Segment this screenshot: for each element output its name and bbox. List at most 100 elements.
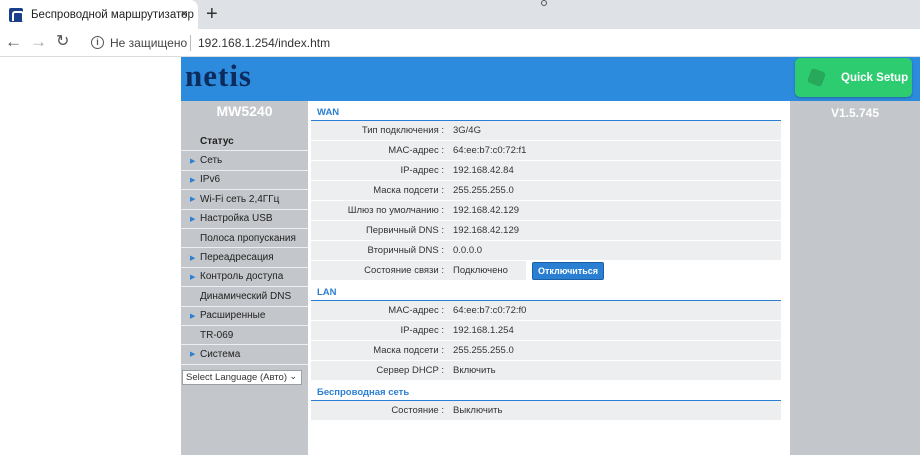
lan-table: MAC-адрес :64:ee:b7:c0:72:f0 IP-адрес :19…: [308, 301, 790, 381]
row-label: Состояние :: [311, 401, 448, 420]
sidebar-item[interactable]: Полоса пропускания: [181, 229, 308, 249]
quick-setup-button[interactable]: Quick Setup: [795, 58, 912, 97]
expand-arrow-icon: ▶: [190, 176, 196, 184]
table-row: IP-адрес :192.168.42.84: [311, 161, 781, 181]
hand-icon: [807, 68, 827, 88]
sidebar-item[interactable]: ▶ Wi-Fi сеть 2,4ГГц: [181, 190, 308, 210]
close-tab-icon[interactable]: ×: [180, 7, 188, 21]
language-select[interactable]: Select Language (Авто) ⌄: [182, 369, 302, 385]
table-row: Тип подключения :3G/4G: [311, 121, 781, 141]
table-row: Маска подсети :255.255.255.0: [311, 181, 781, 201]
browser-tab[interactable]: Беспроводной маршрутизатор ×: [0, 0, 198, 29]
row-value: 192.168.42.129: [448, 221, 781, 240]
sidebar-item[interactable]: ▶ Переадресация: [181, 248, 308, 268]
table-row: MAC-адрес :64:ee:b7:c0:72:f1: [311, 141, 781, 161]
row-label: IP-адрес :: [311, 161, 448, 180]
expand-arrow-icon: ▶: [190, 351, 196, 359]
row-value: 192.168.42.129: [448, 201, 781, 220]
wan-table: Тип подключения :3G/4G MAC-адрес :64:ee:b…: [308, 121, 790, 261]
row-label: Состояние связи :: [311, 261, 448, 280]
reload-icon[interactable]: ↻: [56, 33, 69, 51]
sidebar-item-label: Контроль доступа: [200, 271, 284, 283]
router-page: netis Quick Setup MW5240 Статус ▶ Сеть ▶ IPv…: [0, 57, 920, 455]
language-select-value: Select Language (Авто): [186, 371, 287, 383]
url-field[interactable]: 192.168.1.254/index.htm: [198, 36, 330, 50]
sidebar-item-label: Полоса пропускания: [200, 232, 296, 244]
sidebar: MW5240 Статус ▶ Сеть ▶ IPv6 ▶ Wi-Fi сеть 2,4ГГ…: [181, 101, 308, 455]
sidebar-item[interactable]: TR-069: [181, 326, 308, 346]
address-toolbar: ← → ↻ i Не защищено 192.168.1.254/index.…: [0, 29, 920, 57]
row-label: Сервер DHCP :: [311, 361, 448, 380]
expand-arrow-icon: ▶: [190, 273, 196, 281]
row-label: Тип подключения :: [311, 121, 448, 140]
table-row: MAC-адрес :64:ee:b7:c0:72:f0: [311, 301, 781, 321]
expand-arrow-icon: ▶: [190, 196, 196, 204]
sidebar-item-label: TR-069: [200, 329, 234, 341]
sidebar-item[interactable]: ▶ Система: [181, 345, 308, 365]
tab-title: Беспроводной маршрутизатор: [31, 8, 194, 21]
expand-arrow-icon: ▶: [190, 157, 196, 165]
sidebar-item[interactable]: ▶ Настройка USB: [181, 210, 308, 229]
right-panel: V1.5.745: [790, 101, 920, 455]
row-label: Шлюз по умолчанию :: [311, 201, 448, 220]
sidebar-item[interactable]: Динамический DNS: [181, 287, 308, 307]
row-value: 255.255.255.0: [448, 341, 781, 360]
back-arrow-icon[interactable]: ←: [5, 33, 22, 51]
row-value: 3G/4G: [448, 121, 781, 140]
row-label: IP-адрес :: [311, 321, 448, 340]
sidebar-item-label: Переадресация: [200, 252, 274, 264]
page-header: netis Quick Setup: [181, 57, 920, 101]
new-tab-button[interactable]: +: [206, 3, 218, 25]
site-info-icon[interactable]: i: [91, 36, 104, 49]
row-label: MAC-адрес :: [311, 141, 448, 160]
expand-arrow-icon: ▶: [190, 312, 196, 320]
sidebar-item[interactable]: ▶ Сеть: [181, 151, 308, 171]
forward-arrow-icon[interactable]: →: [30, 33, 47, 51]
sidebar-item-label: Расширенные: [200, 310, 266, 322]
row-value: 192.168.1.254: [448, 321, 781, 340]
model-name: MW5240: [216, 103, 273, 119]
sidebar-item-label: Настройка USB: [200, 213, 273, 225]
row-value: 192.168.42.84: [448, 161, 781, 180]
table-row: IP-адрес :192.168.1.254: [311, 321, 781, 341]
wireless-table: Состояние : Выключить: [308, 401, 790, 421]
expand-arrow-icon: ▶: [190, 215, 196, 223]
quick-setup-label: Quick Setup: [841, 71, 909, 84]
row-label: Маска подсети :: [311, 181, 448, 200]
wan-section-title: WAN: [311, 101, 781, 121]
mouse-cursor-icon: [541, 0, 547, 6]
table-row: Состояние : Выключить: [311, 401, 781, 421]
sidebar-menu: Статус ▶ Сеть ▶ IPv6 ▶ Wi-Fi сеть 2,4ГГц ▶ Настр…: [181, 132, 308, 365]
table-row: Маска подсети :255.255.255.0: [311, 341, 781, 361]
disconnect-button[interactable]: Отключиться: [532, 261, 605, 280]
security-status[interactable]: Не защищено: [110, 36, 187, 50]
wan-connection-status-row: Состояние связи : Подключено Отключиться: [311, 261, 781, 281]
table-row: Вторичный DNS :0.0.0.0: [311, 241, 781, 261]
table-row: Шлюз по умолчанию :192.168.42.129: [311, 201, 781, 221]
sidebar-item[interactable]: ▶ Контроль доступа: [181, 268, 308, 288]
table-row: Первичный DNS :192.168.42.129: [311, 221, 781, 241]
site-favicon-icon: [9, 7, 24, 22]
url-separator: [190, 35, 191, 51]
lan-section-title: LAN: [311, 281, 781, 301]
connection-status-value: Подключено: [448, 261, 526, 280]
browser-tab-bar: Беспроводной маршрутизатор × +: [0, 0, 920, 29]
expand-arrow-icon: ▶: [190, 254, 196, 262]
sidebar-item-label: Сеть: [200, 155, 223, 167]
row-value: 255.255.255.0: [448, 181, 781, 200]
chevron-down-icon: ⌄: [289, 370, 297, 381]
sidebar-item-label: Wi-Fi сеть 2,4ГГц: [200, 193, 280, 205]
sidebar-item[interactable]: ▶ IPv6: [181, 171, 308, 191]
sidebar-item[interactable]: ▶ Расширенные: [181, 307, 308, 326]
sidebar-item-label: Динамический DNS: [200, 290, 292, 302]
sidebar-item-label: Система: [200, 348, 241, 360]
table-row: Сервер DHCP : Включить: [311, 361, 781, 381]
row-value: 0.0.0.0: [448, 241, 781, 260]
row-label: Вторичный DNS :: [311, 241, 448, 260]
row-label: Первичный DNS :: [311, 221, 448, 240]
wireless-section-title: Беспроводная сеть: [311, 381, 781, 401]
row-value: 64:ee:b7:c0:72:f0: [448, 301, 781, 320]
firmware-version: V1.5.745: [830, 106, 880, 120]
row-value: Включить: [448, 361, 781, 380]
sidebar-item[interactable]: Статус: [181, 132, 308, 152]
